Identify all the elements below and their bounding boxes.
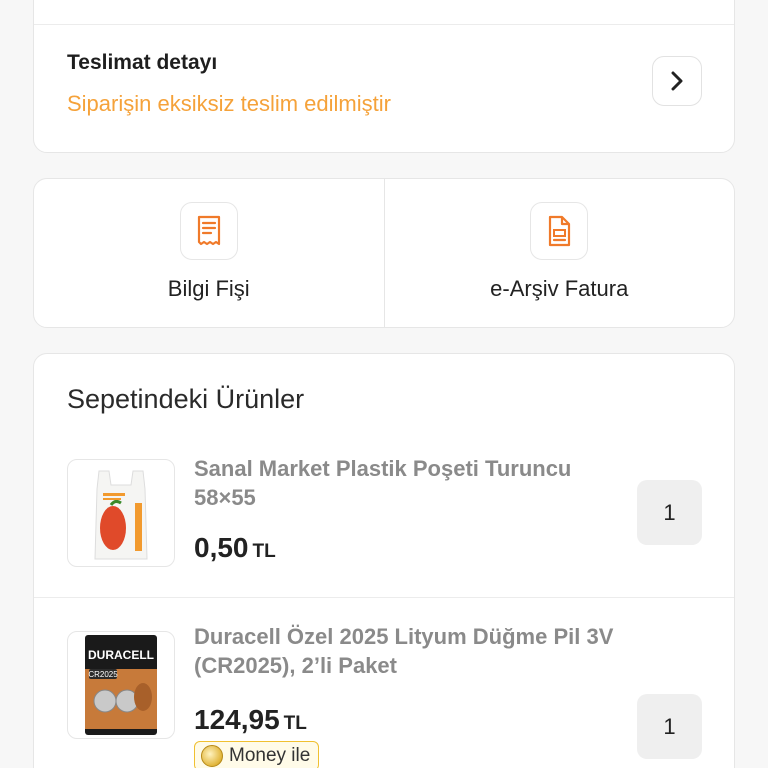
delivery-title: Teslimat detayı — [67, 51, 218, 74]
product-row[interactable]: DURACELL CR2025 Duracell Özel 2025 Lityu… — [34, 597, 734, 768]
product-row[interactable]: Sanal Market Plastik Poşeti Turuncu 58×5… — [34, 429, 734, 599]
product-image — [67, 459, 175, 567]
receipt-icon — [197, 215, 220, 246]
basket-title: Sepetindeki Ürünler — [67, 384, 305, 414]
product-name: Sanal Market Plastik Poşeti Turuncu 58×5… — [194, 456, 572, 510]
price-value: 0,50 — [194, 532, 249, 563]
product-name: Duracell Özel 2025 Lityum Düğme Pil 3V (… — [194, 624, 614, 678]
invoice-icon-box — [530, 202, 589, 260]
duracell-battery-image: DURACELL CR2025 — [85, 635, 157, 735]
order-detail-page: Teslimat detayı Siparişin eksiksiz tesli… — [0, 0, 768, 768]
price-currency: TL — [283, 713, 307, 734]
product-price: 124,95 TL — [194, 704, 307, 736]
money-badge-label: Money ile — [229, 745, 311, 766]
invoice-document-icon — [549, 215, 571, 247]
quantity-box[interactable]: 1 — [637, 480, 702, 545]
documents-card: Bilgi Fişi e-Arşiv Fatura — [33, 178, 735, 328]
delivery-card: Teslimat detayı Siparişin eksiksiz tesli… — [33, 0, 735, 153]
price-currency: TL — [252, 541, 276, 562]
svg-text:CR2025: CR2025 — [88, 670, 118, 679]
invoice-button[interactable]: e-Arşiv Fatura — [383, 179, 735, 327]
delivery-status: Siparişin eksiksiz teslim edilmiştir — [67, 91, 391, 116]
price-value: 124,95 — [194, 704, 280, 735]
money-coin-icon — [201, 745, 223, 767]
product-image: DURACELL CR2025 — [67, 631, 175, 739]
svg-text:DURACELL: DURACELL — [88, 648, 154, 662]
product-price: 0,50 TL — [194, 532, 276, 564]
invoice-label: e-Arşiv Fatura — [490, 276, 629, 301]
receipt-label: Bilgi Fişi — [167, 276, 250, 301]
delivery-detail-button[interactable] — [652, 56, 702, 106]
plastic-bag-image — [94, 470, 148, 560]
money-badge: Money ile — [194, 741, 320, 768]
quantity-box[interactable]: 1 — [637, 694, 702, 759]
divider — [34, 24, 734, 25]
chevron-right-icon — [671, 71, 683, 91]
receipt-button[interactable]: Bilgi Fişi — [34, 179, 384, 327]
basket-card: Sepetindeki Ürünler Sanal Market Plastik… — [33, 353, 735, 768]
receipt-icon-box — [179, 202, 238, 260]
